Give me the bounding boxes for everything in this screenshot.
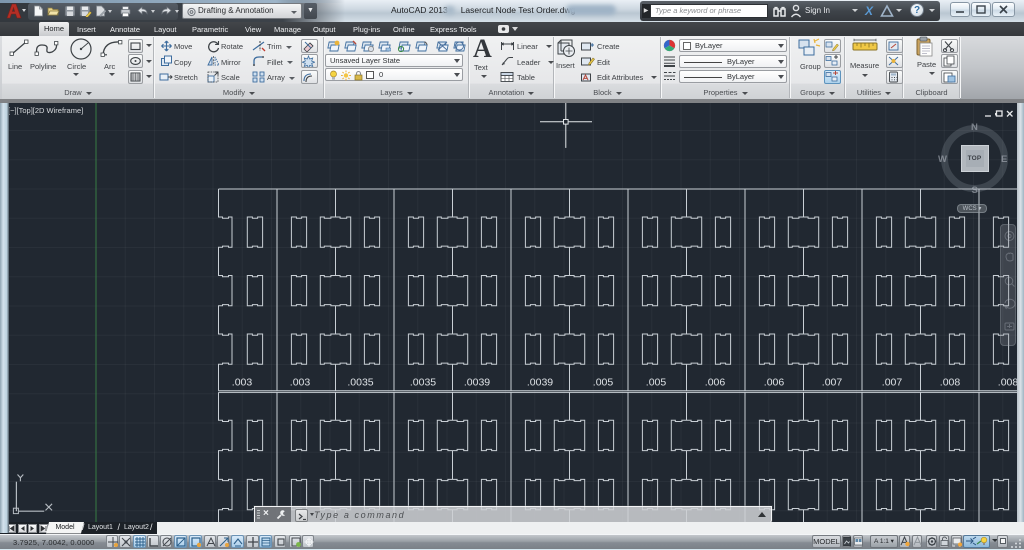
svg-text:.005: .005: [646, 377, 667, 389]
svg-text:.006: .006: [764, 377, 785, 389]
svg-text:.0039: .0039: [527, 377, 553, 389]
svg-text:.007: .007: [882, 377, 903, 389]
svg-text:.007: .007: [822, 377, 843, 389]
svg-text:.008: .008: [940, 377, 961, 389]
svg-text:.008: .008: [998, 377, 1019, 389]
svg-text:.003: .003: [232, 377, 253, 389]
svg-text:.003: .003: [290, 377, 311, 389]
svg-text:.0035: .0035: [347, 377, 373, 389]
svg-text:.0039: .0039: [464, 377, 490, 389]
svg-text:.0035: .0035: [410, 377, 436, 389]
svg-text:.006: .006: [705, 377, 726, 389]
svg-text:.005: .005: [593, 377, 614, 389]
